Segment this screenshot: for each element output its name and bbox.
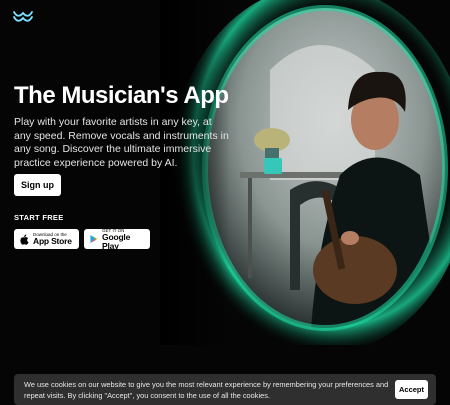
cookie-banner: We use cookies on our website to give yo… (14, 374, 436, 405)
hero-description: Play with your favorite artists in any k… (14, 116, 229, 169)
musician-playing-guitar-photo (160, 0, 450, 345)
cookie-text: We use cookies on our website to give yo… (24, 380, 389, 400)
apple-icon (20, 233, 29, 245)
google-play-label: Google Play (102, 231, 131, 251)
start-free-label: START FREE (14, 213, 64, 222)
accept-cookies-button[interactable]: Accept (395, 380, 428, 399)
app-store-label: App Store (33, 236, 72, 246)
page-title: The Musician's App (14, 82, 229, 109)
sign-up-button[interactable]: Sign up (14, 174, 61, 196)
google-play-button[interactable]: GET IT ON Google Play (84, 228, 150, 251)
wave-logo-icon[interactable] (13, 10, 33, 23)
google-play-icon (90, 234, 98, 244)
app-store-button[interactable]: Download on the App Store (14, 229, 79, 249)
